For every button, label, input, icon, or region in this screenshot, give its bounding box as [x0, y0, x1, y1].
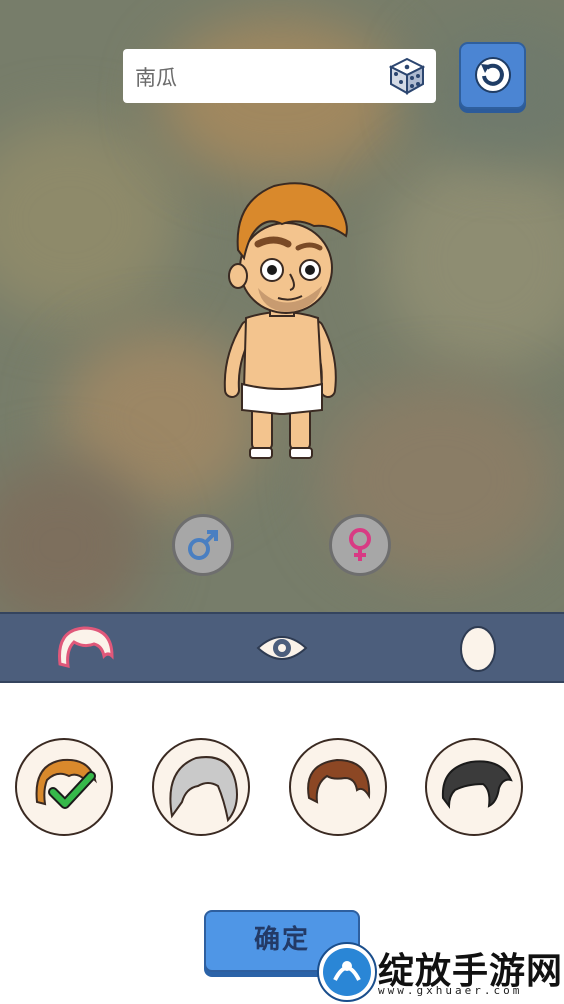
hair-option-brown-messy[interactable]: [289, 738, 387, 836]
name-value: 南瓜: [135, 66, 177, 90]
refresh-icon: [475, 57, 511, 93]
category-tabbar: [0, 612, 564, 683]
tab-eyes[interactable]: [252, 622, 312, 674]
male-symbol-icon: [188, 530, 218, 560]
site-watermark: 绽放手游网 www.gxhuaer.com: [314, 940, 564, 1002]
face-icon: [460, 626, 496, 672]
female-button[interactable]: [329, 514, 391, 576]
watermark-url: www.gxhuaer.com: [378, 984, 523, 997]
character-avatar: [218, 178, 353, 468]
hair-option-long-grey[interactable]: [152, 738, 250, 836]
name-field[interactable]: 南瓜: [123, 49, 436, 103]
female-symbol-icon: [349, 528, 371, 561]
hair-icon: [58, 626, 114, 668]
eye-icon: [256, 636, 308, 660]
hair-option-orange-quiff[interactable]: [15, 738, 113, 836]
reset-button[interactable]: [459, 42, 526, 109]
tab-hair[interactable]: [54, 622, 114, 674]
hair-option-black-slicked[interactable]: [425, 738, 523, 836]
watermark-logo: [317, 942, 377, 1002]
tab-face[interactable]: [452, 622, 512, 674]
male-button[interactable]: [172, 514, 234, 576]
dice-icon[interactable]: [388, 57, 426, 95]
confirm-label: 确定: [253, 925, 310, 955]
